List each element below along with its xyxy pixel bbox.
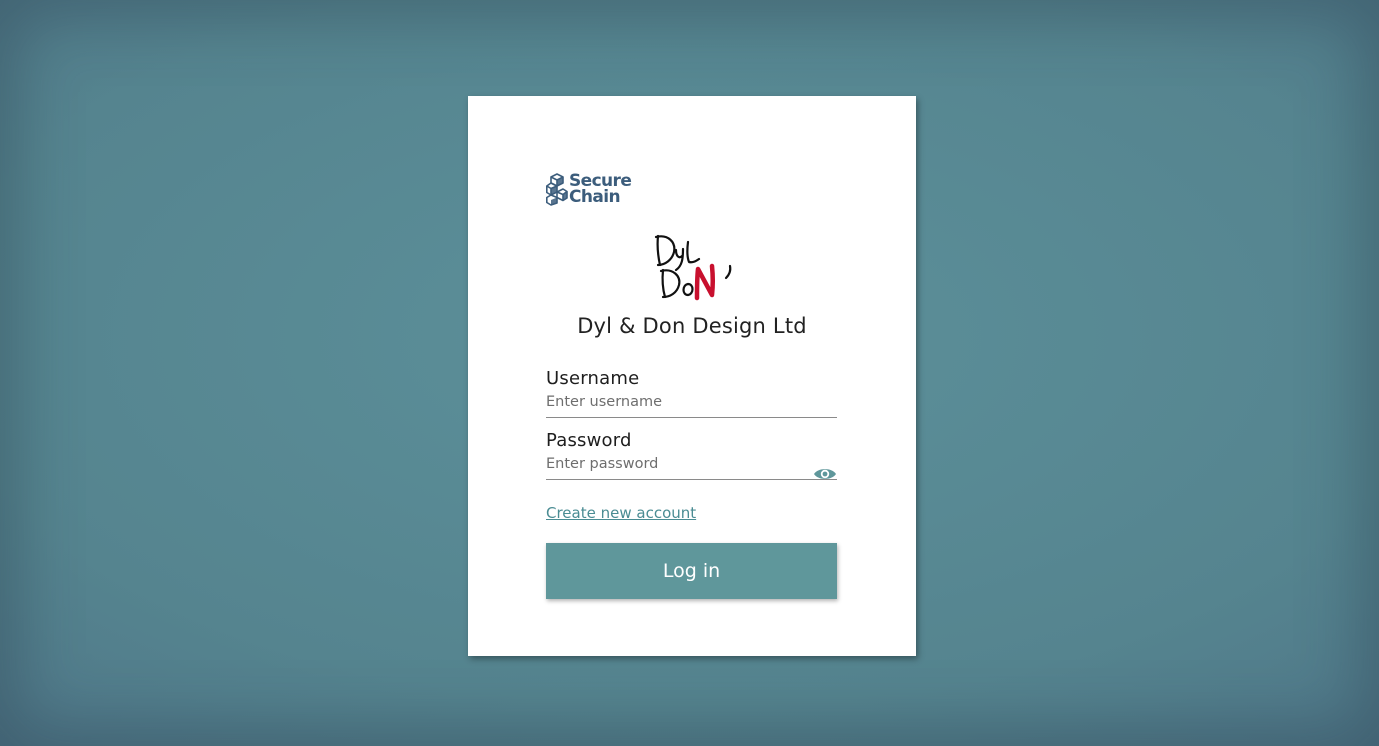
securechain-wordmark: Secure Chain <box>569 173 632 207</box>
username-field-group: Username <box>546 368 837 418</box>
brand-line-2: Chain <box>569 187 621 207</box>
eye-icon[interactable] <box>813 466 837 482</box>
username-input[interactable] <box>546 391 837 418</box>
login-card: Secure Chain Dyl & Don Design Ltd Userna… <box>468 96 916 656</box>
dyl-don-logo <box>654 234 732 301</box>
password-input[interactable] <box>546 453 837 480</box>
password-field-group: Password <box>546 430 837 480</box>
create-account-link[interactable]: Create new account <box>546 504 696 522</box>
login-button[interactable]: Log in <box>546 543 837 599</box>
cube-cluster-icon <box>546 173 568 206</box>
company-name: Dyl & Don Design Ltd <box>577 314 807 338</box>
securechain-logo: Secure Chain <box>546 172 632 207</box>
password-label: Password <box>546 430 632 451</box>
username-label: Username <box>546 368 640 389</box>
